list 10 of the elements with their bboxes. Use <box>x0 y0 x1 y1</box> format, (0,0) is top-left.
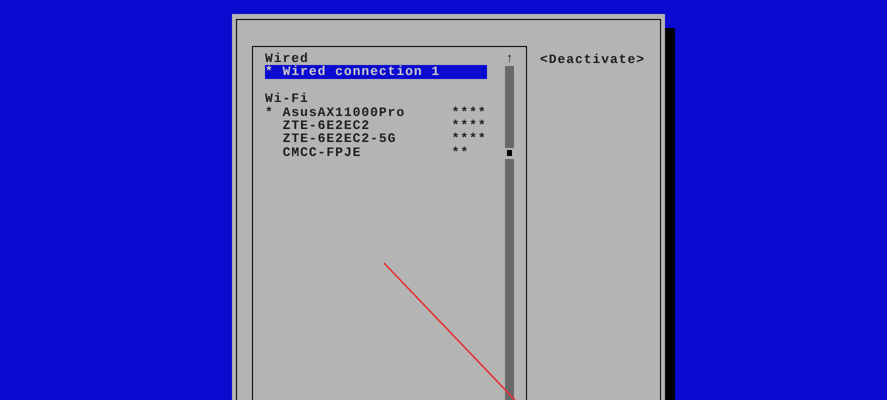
section-heading: Wired <box>265 52 309 66</box>
scrollbar-thumb[interactable] <box>507 150 512 156</box>
section-heading: Wi-Fi <box>265 92 310 106</box>
connection-item[interactable]: CMCC-FPJE ** <box>265 146 487 160</box>
scroll-up-arrow[interactable]: ↑ <box>506 52 514 65</box>
deactivate-button[interactable]: <Deactivate> <box>540 53 646 66</box>
connection-item[interactable]: ZTE-6E2EC2 **** <box>265 118 487 132</box>
connection-item[interactable]: * Wired connection 1 <box>265 65 487 79</box>
connection-item[interactable]: * AsusAX11000Pro **** <box>265 106 487 119</box>
connection-item[interactable]: ZTE-6E2EC2-5G **** <box>265 132 487 146</box>
